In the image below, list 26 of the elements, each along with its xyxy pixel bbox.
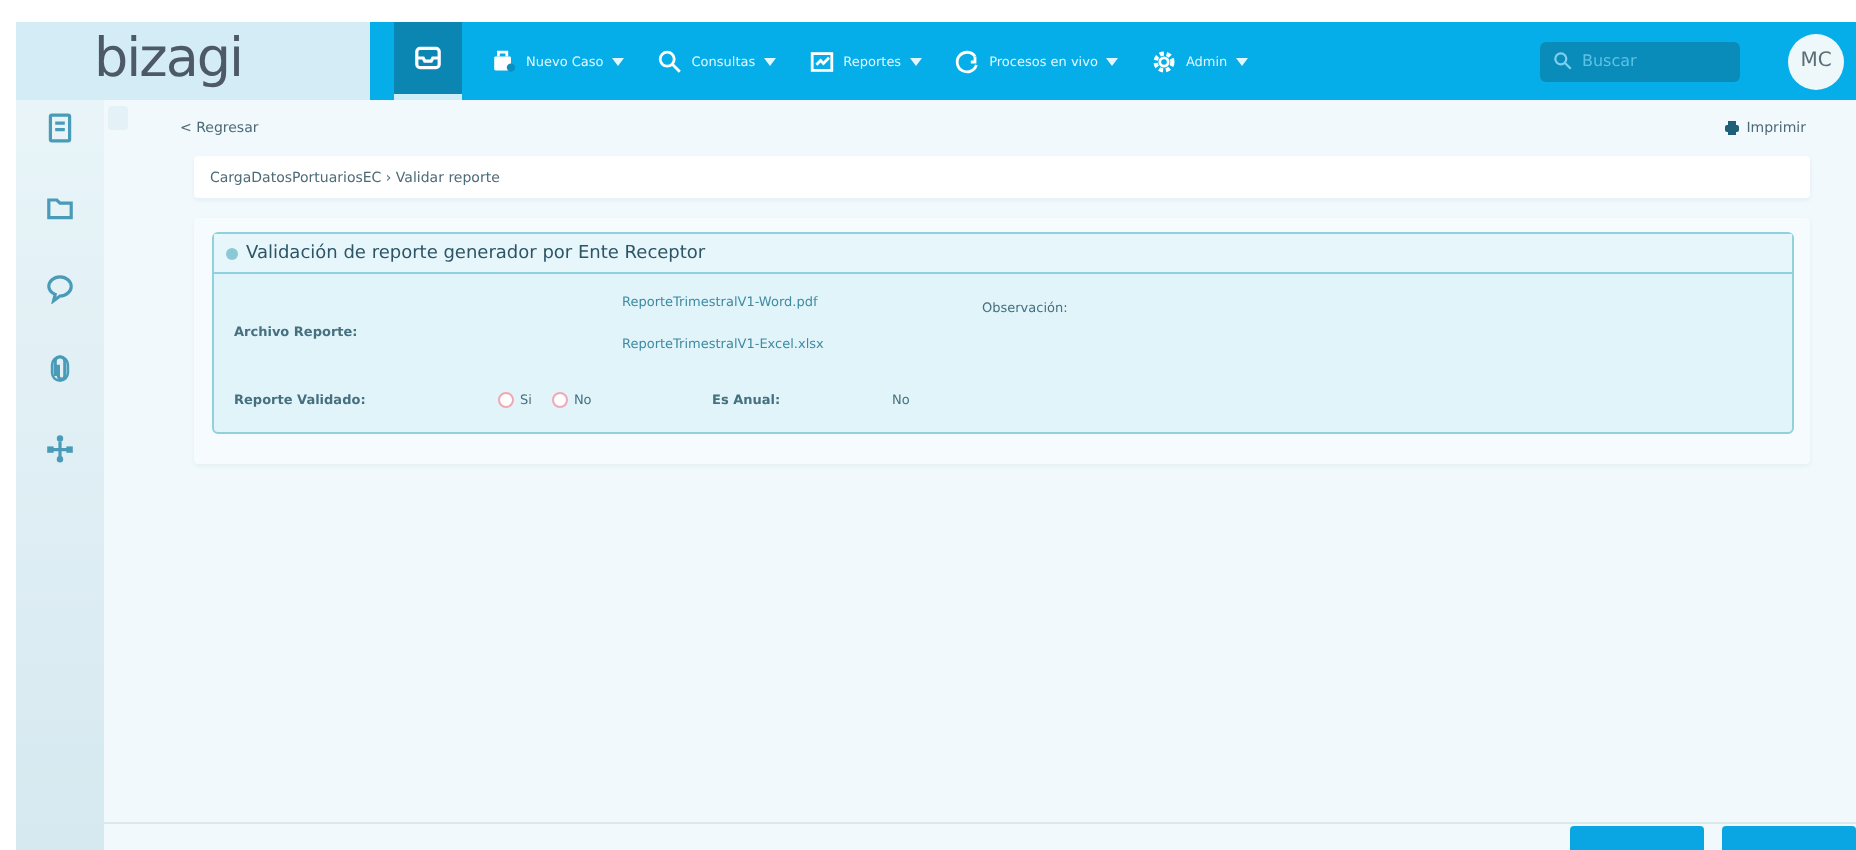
search-field[interactable]: Buscar xyxy=(1540,41,1740,81)
network-icon[interactable] xyxy=(44,432,76,464)
radio-button[interactable] xyxy=(498,392,514,408)
expand-icon[interactable] xyxy=(226,247,238,259)
caret-icon xyxy=(611,57,624,65)
caret-icon xyxy=(763,57,776,65)
search-input[interactable]: Buscar xyxy=(1582,52,1722,70)
user-avatar[interactable]: MC xyxy=(1788,33,1844,89)
briefcase-icon[interactable] xyxy=(490,47,518,75)
notebook-icon[interactable] xyxy=(44,112,76,144)
gear-icon[interactable] xyxy=(1149,47,1178,75)
chart-icon[interactable] xyxy=(807,47,836,75)
group-header[interactable]: Validación de reporte generador por Ente Receptor xyxy=(214,234,1792,274)
tray-icon[interactable] xyxy=(412,42,444,74)
caret-icon xyxy=(1235,57,1248,65)
speech-bubble-icon[interactable] xyxy=(44,272,76,304)
radio-button[interactable] xyxy=(551,392,568,408)
printer-icon xyxy=(1722,118,1743,138)
search-icon xyxy=(1552,50,1574,72)
search-icon[interactable] xyxy=(655,47,684,75)
inbox-tab[interactable] xyxy=(394,22,462,100)
folder-icon[interactable] xyxy=(44,192,76,224)
caret-icon xyxy=(909,57,922,65)
logo: bizagi xyxy=(94,27,242,89)
caret-icon xyxy=(1105,57,1118,65)
refresh-icon[interactable] xyxy=(953,47,982,75)
